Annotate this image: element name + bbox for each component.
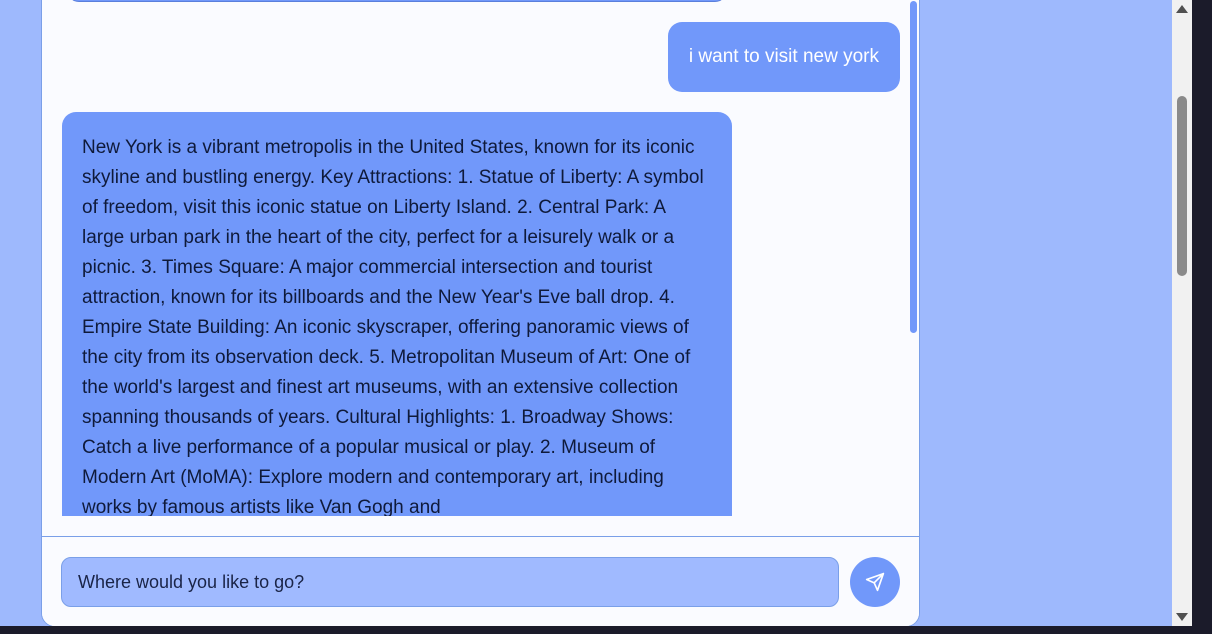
chat-panel: i want to visit new york New York is a v…	[41, 0, 920, 626]
scroll-down-arrow-icon[interactable]	[1176, 613, 1188, 621]
message-input[interactable]	[62, 558, 838, 606]
scrollbar-thumb[interactable]	[1177, 96, 1187, 276]
user-message-bubble: i want to visit new york	[667, 22, 900, 92]
message-list-scrollbar[interactable]	[910, 1, 917, 333]
message-composer	[42, 536, 919, 626]
window-frame-right	[1192, 0, 1212, 634]
send-button[interactable]	[850, 557, 900, 607]
page-viewport: i want to visit new york New York is a v…	[0, 0, 1172, 626]
scroll-up-arrow-icon[interactable]	[1176, 5, 1188, 13]
message-input-wrapper	[61, 557, 839, 607]
paper-plane-icon	[865, 572, 885, 592]
previous-message-bubble	[67, 0, 727, 2]
page-scrollbar[interactable]	[1172, 0, 1192, 626]
user-message-text: i want to visit new york	[688, 46, 879, 67]
message-list[interactable]: i want to visit new york New York is a v…	[42, 0, 919, 516]
window-frame-bottom	[0, 626, 1212, 634]
assistant-message-text: New York is a vibrant metropolis in the …	[82, 137, 704, 516]
assistant-message-bubble: New York is a vibrant metropolis in the …	[62, 112, 732, 516]
